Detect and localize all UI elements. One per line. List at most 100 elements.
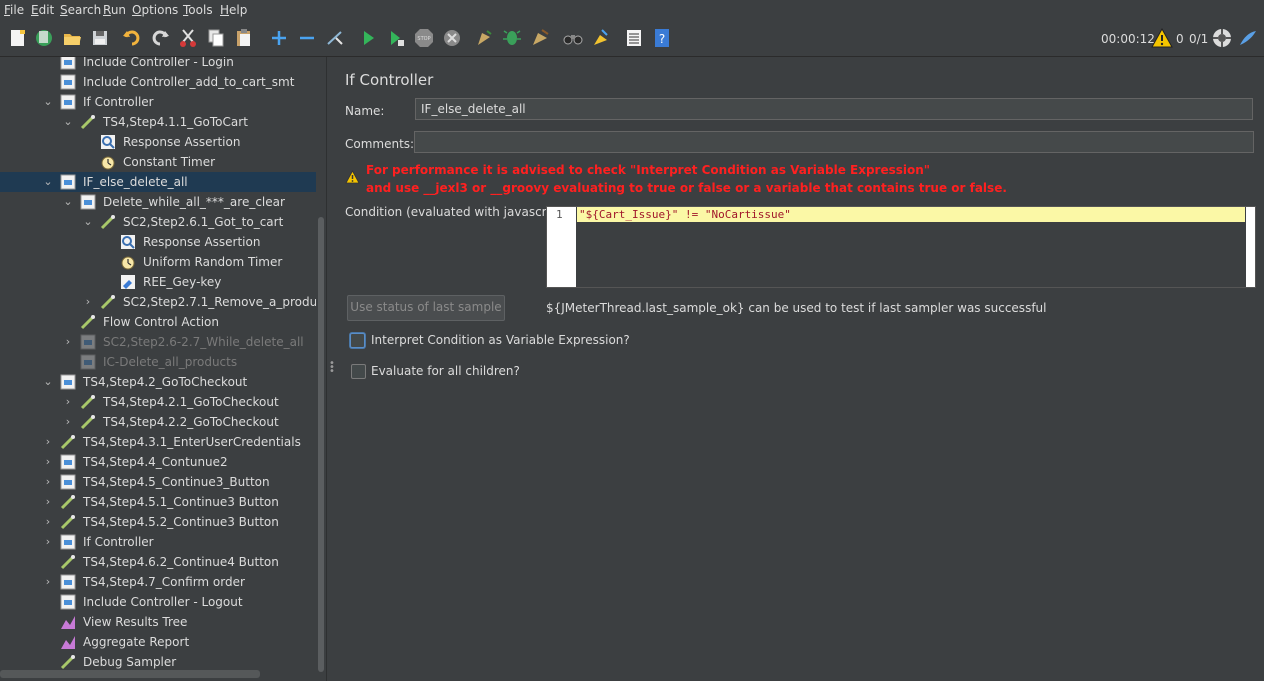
tree-item[interactable]: Response Assertion	[0, 132, 316, 152]
start-icon[interactable]	[357, 27, 379, 49]
interpret-condition-checkbox[interactable]	[350, 333, 365, 348]
tree-item[interactable]: › TS4,Step4.2.2_GoToCheckout	[0, 412, 316, 432]
chevron-down-icon[interactable]: ⌄	[62, 115, 74, 129]
tree-item[interactable]: REE_Gey-key	[0, 272, 316, 292]
copy-icon[interactable]	[205, 27, 227, 49]
chevron-right-icon[interactable]: ›	[42, 515, 54, 529]
chevron-down-icon[interactable]: ⌄	[62, 195, 74, 209]
tree-item[interactable]: Debug Sampler	[0, 652, 316, 672]
menu-tools[interactable]: Tools	[183, 3, 213, 17]
chevron-down-icon[interactable]: ⌄	[42, 95, 54, 109]
menu-edit[interactable]: Edit	[31, 3, 54, 17]
tree-item[interactable]: IC-Delete_all_products	[0, 352, 316, 372]
save-icon[interactable]	[89, 27, 111, 49]
sampler-icon	[60, 494, 76, 510]
tree-item-label: TS4,Step4.7_Confirm order	[83, 575, 245, 589]
elapsed-time: 00:00:12	[1101, 32, 1155, 46]
chevron-right-icon[interactable]: ›	[82, 295, 94, 309]
tree-item[interactable]: › TS4,Step4.3.1_EnterUserCredentials	[0, 432, 316, 452]
tree-item[interactable]: › TS4,Step4.5.2_Continue3 Button	[0, 512, 316, 532]
tree-item[interactable]: › TS4,Step4.7_Confirm order	[0, 572, 316, 592]
tree-item[interactable]: Include Controller_add_to_cart_smt	[0, 72, 316, 92]
broom-icon[interactable]	[529, 27, 551, 49]
collapse-all-icon[interactable]	[296, 27, 318, 49]
stop-icon[interactable]: STOP	[413, 27, 435, 49]
tree-vertical-scrollbar[interactable]	[316, 57, 326, 681]
condition-code[interactable]: "${Cart_Issue}" != "NoCartissue"	[579, 208, 791, 221]
tree-horizontal-scrollbar[interactable]	[0, 670, 260, 678]
tree-item[interactable]: ⌄ SC2,Step2.6.1_Got_to_cart	[0, 212, 316, 232]
comments-field[interactable]	[414, 131, 1254, 153]
open-icon[interactable]	[61, 27, 83, 49]
evaluate-all-children-checkbox[interactable]	[351, 364, 366, 379]
warning-icon[interactable]	[1151, 27, 1173, 52]
interpret-condition-label[interactable]: Interpret Condition as Variable Expressi…	[371, 333, 630, 347]
chevron-right-icon[interactable]: ›	[62, 395, 74, 409]
chevron-down-icon[interactable]: ⌄	[82, 215, 94, 229]
toggle-icon[interactable]	[324, 27, 346, 49]
start-no-pauses-icon[interactable]	[385, 27, 407, 49]
chevron-right-icon[interactable]: ›	[42, 455, 54, 469]
log-viewer-icon[interactable]	[1237, 27, 1259, 52]
menu-run[interactable]: Run	[103, 3, 126, 17]
search-binoculars-icon[interactable]	[562, 27, 584, 49]
menu-options[interactable]: Options	[132, 3, 178, 17]
tree-item[interactable]: › SC2,Step2.7.1_Remove_a_product${C	[0, 292, 326, 312]
tree-item[interactable]: Uniform Random Timer	[0, 252, 316, 272]
tree-item[interactable]: › If Controller	[0, 532, 316, 552]
tree-item[interactable]: › TS4,Step4.2.1_GoToCheckout	[0, 392, 316, 412]
reset-search-icon[interactable]	[590, 27, 612, 49]
chevron-right-icon[interactable]: ›	[42, 435, 54, 449]
chevron-right-icon[interactable]: ›	[42, 475, 54, 489]
chevron-right-icon[interactable]: ›	[42, 535, 54, 549]
use-status-of-last-sample-button[interactable]: Use status of last sample	[347, 295, 505, 321]
tree-item[interactable]: TS4,Step4.6.2_Continue4 Button	[0, 552, 316, 572]
chevron-down-icon[interactable]: ⌄	[42, 175, 54, 189]
evaluate-all-children-label[interactable]: Evaluate for all children?	[371, 364, 520, 378]
tree-item[interactable]: ⌄ IF_else_delete_all	[0, 172, 316, 192]
tree-item[interactable]: ⌄ TS4,Step4.1.1_GoToCart	[0, 112, 316, 132]
tree-item[interactable]: Aggregate Report	[0, 632, 316, 652]
redo-icon[interactable]	[149, 27, 171, 49]
chevron-right-icon[interactable]: ›	[62, 415, 74, 429]
tree-item[interactable]: › SC2,Step2.6-2.7_While_delete_all	[0, 332, 316, 352]
chevron-right-icon[interactable]: ›	[42, 495, 54, 509]
tree-item[interactable]: Flow Control Action	[0, 312, 316, 332]
shutdown-icon[interactable]	[441, 27, 463, 49]
condition-editor[interactable]: 1 "${Cart_Issue}" != "NoCartissue"	[546, 206, 1256, 288]
tree-item[interactable]: ⌄ Delete_while_all_***_are_clear	[0, 192, 316, 212]
tree-item-label: Debug Sampler	[83, 655, 177, 669]
paste-icon[interactable]	[233, 27, 255, 49]
chevron-right-icon[interactable]: ›	[62, 335, 74, 349]
tree-item[interactable]: ⌄ If Controller	[0, 92, 316, 112]
expand-all-icon[interactable]	[268, 27, 290, 49]
tree-item[interactable]: Include Controller - Logout	[0, 592, 316, 612]
clear-icon[interactable]	[473, 27, 495, 49]
function-helper-icon[interactable]	[623, 27, 645, 49]
clear-all-icon[interactable]	[501, 27, 523, 49]
undo-icon[interactable]	[121, 27, 143, 49]
menu-search[interactable]: Search	[60, 3, 101, 17]
remote-icon[interactable]	[1211, 27, 1233, 52]
chevron-down-icon[interactable]: ⌄	[42, 375, 54, 389]
templates-icon[interactable]	[33, 27, 55, 49]
tree-item[interactable]: Response Assertion	[0, 232, 316, 252]
cut-icon[interactable]	[177, 27, 199, 49]
name-field[interactable]: IF_else_delete_all	[415, 98, 1253, 120]
tree-item[interactable]: Constant Timer	[0, 152, 316, 172]
new-icon[interactable]	[7, 27, 29, 49]
help-icon[interactable]: ?	[651, 27, 673, 49]
chevron-right-icon[interactable]: ›	[42, 575, 54, 589]
tree-item[interactable]: ⌄ TS4,Step4.2_GoToCheckout	[0, 372, 316, 392]
tree-item[interactable]: › TS4,Step4.4_Contunue2	[0, 452, 316, 472]
name-label: Name:	[345, 104, 385, 118]
sampler-icon	[80, 394, 96, 410]
menu-file[interactable]: File	[4, 3, 24, 17]
tree-item-label: If Controller	[83, 535, 154, 549]
tree-item[interactable]: › TS4,Step4.5.1_Continue3 Button	[0, 492, 316, 512]
tree-item[interactable]: View Results Tree	[0, 612, 316, 632]
tree-item[interactable]: › TS4,Step4.5_Continue3_Button	[0, 472, 316, 492]
tree-item[interactable]: Include Controller - Login	[0, 57, 316, 72]
scrollbar-thumb[interactable]	[318, 217, 324, 672]
menu-help[interactable]: Help	[220, 3, 247, 17]
